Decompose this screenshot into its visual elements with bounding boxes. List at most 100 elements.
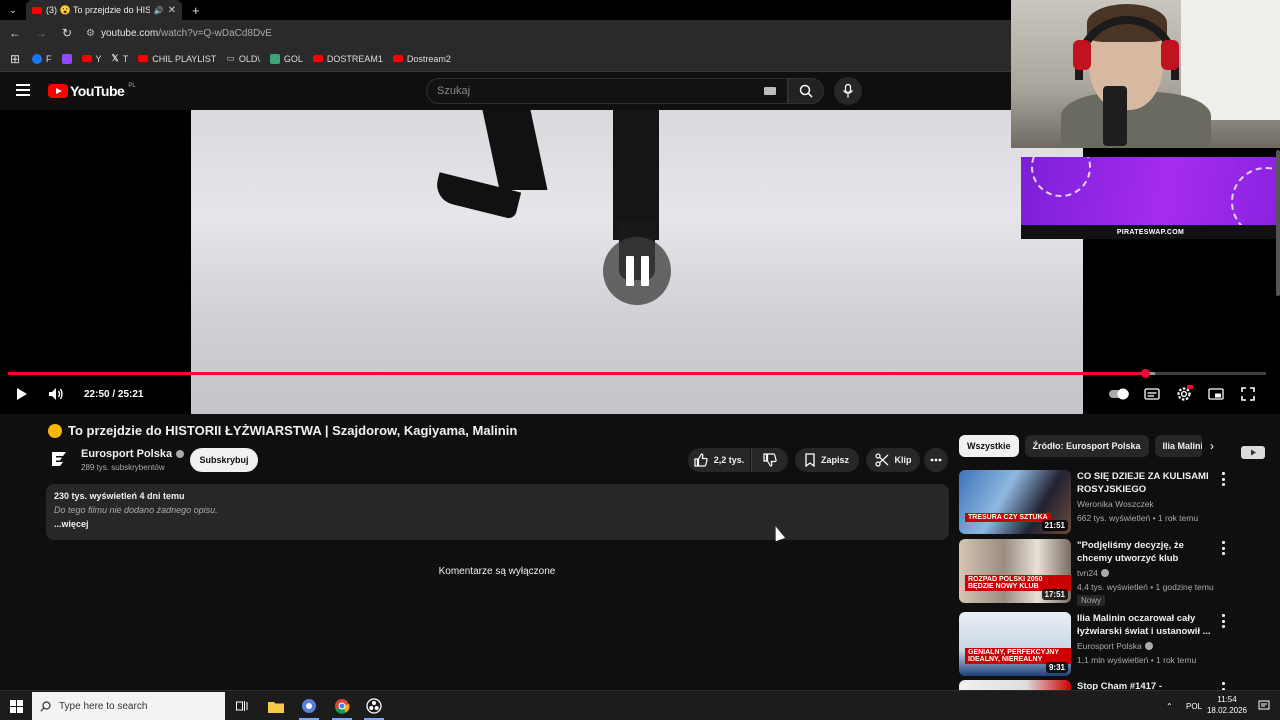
- chip-all[interactable]: Wszystkie: [959, 435, 1019, 457]
- channel-name[interactable]: Eurosport Polska: [81, 448, 185, 460]
- taskbar-search-input[interactable]: Type here to search: [32, 692, 225, 720]
- system-clock[interactable]: 11:54 18.02.2026: [1206, 694, 1248, 716]
- keyboard-icon[interactable]: [764, 87, 776, 95]
- recommendation-channel[interactable]: Eurosport Polska: [1077, 641, 1153, 651]
- back-icon[interactable]: ←: [8, 26, 22, 40]
- bookmark-item[interactable]: F: [32, 53, 52, 64]
- dislike-button[interactable]: [751, 448, 788, 472]
- chip-from-channel[interactable]: Źródło: Eurosport Polska: [1024, 435, 1149, 457]
- bookmark-item[interactable]: [61, 53, 72, 64]
- recommendation-meta: 662 tys. wyświetleń • 1 rok temu: [1077, 513, 1199, 523]
- autoplay-toggle[interactable]: [1108, 384, 1130, 404]
- subscribe-button[interactable]: Subskrybuj: [190, 448, 258, 472]
- headphone-cup: [1073, 40, 1091, 70]
- recommendation-meta: 1,1 mln wyświetleń • 1 rok temu: [1077, 655, 1197, 665]
- chevron-right-icon[interactable]: ›: [1202, 436, 1222, 456]
- twitch-icon: [61, 53, 72, 64]
- bookmark-item[interactable]: Dostream2: [392, 54, 451, 64]
- play-button[interactable]: [12, 384, 32, 404]
- menu-icon[interactable]: [16, 84, 30, 96]
- recommendation-item[interactable]: ROZPAD POLSKI 2050 BĘDZIE NOWY KLUB 17:5…: [959, 539, 1273, 609]
- video-thumbnail[interactable]: TRESURA CZY SZTUKA 21:51: [959, 470, 1071, 534]
- recommendation-channel[interactable]: Weronika Woszczek: [1077, 499, 1154, 509]
- youtube-icon: [392, 55, 403, 62]
- notifications-icon[interactable]: [1258, 691, 1270, 720]
- site-info-icon[interactable]: ⚙: [86, 28, 95, 39]
- show-more-link[interactable]: ...więcej: [54, 519, 941, 529]
- youtube-icon: [312, 55, 323, 62]
- settings-button[interactable]: [1173, 384, 1195, 404]
- miniplayer-button[interactable]: [1206, 384, 1226, 404]
- recommendation-channel[interactable]: tvn24: [1077, 568, 1109, 578]
- recommendation-item[interactable]: Stop Cham #1417 -: [959, 680, 1273, 690]
- description-box[interactable]: 230 tys. wyświetleń 4 dni temu Do tego f…: [46, 484, 949, 540]
- video-thumbnail[interactable]: ROZPAD POLSKI 2050 BĘDZIE NOWY KLUB 17:5…: [959, 539, 1071, 603]
- search-button[interactable]: [788, 78, 824, 104]
- recommendation-item[interactable]: GENIALNY, PERFEKCYJNY IDEALNY, NIEREALNY…: [959, 612, 1273, 676]
- new-tab-button[interactable]: +: [192, 3, 200, 18]
- bookmark-icon: [805, 453, 815, 467]
- more-vert-icon[interactable]: [1218, 682, 1228, 690]
- video-thumbnail[interactable]: GENIALNY, PERFEKCYJNY IDEALNY, NIEREALNY…: [959, 612, 1071, 676]
- browser-icon[interactable]: [295, 694, 323, 720]
- fullscreen-button[interactable]: [1238, 384, 1258, 404]
- more-vert-icon[interactable]: [1218, 614, 1228, 628]
- clock-time: 11:54: [1217, 695, 1237, 704]
- chrome-icon[interactable]: [328, 694, 356, 720]
- channel-avatar[interactable]: [48, 448, 70, 470]
- video-thumbnail[interactable]: [959, 680, 1071, 690]
- progress-bar[interactable]: [8, 369, 1266, 378]
- forward-icon[interactable]: →: [34, 26, 48, 40]
- youtube-watermark-icon[interactable]: [1241, 446, 1265, 464]
- more-vert-icon[interactable]: [1218, 541, 1228, 555]
- save-button[interactable]: Zapisz: [795, 448, 859, 472]
- obs-icon[interactable]: [360, 694, 388, 720]
- scrubber-handle[interactable]: [1140, 369, 1150, 378]
- pause-overlay-icon[interactable]: [603, 237, 671, 305]
- bookmark-item[interactable]: 𝕏T: [112, 53, 129, 64]
- start-button[interactable]: [0, 691, 32, 720]
- bookmark-item[interactable]: ▭ OLD\: [226, 53, 260, 64]
- youtube-masthead: YouTube PL Szukaj: [0, 72, 1012, 110]
- scissors-icon: [874, 453, 888, 467]
- youtube-logo[interactable]: YouTube PL: [48, 83, 136, 99]
- tab-search-chevron-icon[interactable]: ⌄: [0, 0, 26, 20]
- recommendation-title[interactable]: Stop Cham #1417 -: [1077, 680, 1215, 690]
- tab-title: (3) 😮 To przejdzie do HISTORII ŁYŻWIARST…: [46, 4, 150, 15]
- file-explorer-icon[interactable]: [262, 694, 290, 718]
- bookmark-item[interactable]: CHIL PLAYLIST: [138, 54, 216, 64]
- speaker-icon[interactable]: 🔊: [154, 6, 164, 15]
- page-scrollbar[interactable]: [1276, 150, 1280, 296]
- bookmarks-bar: ⊞ F Y 𝕏T CHIL PLAYLIST ▭ OLD\ GOL DOSTREA…: [0, 46, 1012, 72]
- recommendation-title[interactable]: Ilia Malinin oczarował cały łyżwiarski ś…: [1077, 612, 1215, 638]
- shocked-face-emoji-icon: [48, 423, 62, 438]
- close-tab-icon[interactable]: ✕: [168, 5, 176, 16]
- time-display: 22:50 / 25:21: [84, 388, 144, 400]
- clip-button[interactable]: Klip: [866, 448, 920, 472]
- like-button[interactable]: 2,2 tys.: [688, 448, 750, 472]
- volume-button[interactable]: [46, 384, 66, 404]
- video-title: To przejdzie do HISTORII ŁYŻWIARSTWA | S…: [48, 423, 517, 438]
- headphone-cup: [1161, 40, 1179, 70]
- search-input[interactable]: Szukaj: [426, 78, 788, 104]
- input-language[interactable]: POL: [1186, 691, 1202, 720]
- reload-icon[interactable]: ↻: [60, 26, 74, 40]
- apps-grid-icon[interactable]: ⊞: [8, 52, 22, 66]
- browser-tab-active[interactable]: (3) 😮 To przejdzie do HISTORII ŁYŻWIARST…: [26, 0, 182, 20]
- more-actions-button[interactable]: [924, 448, 948, 472]
- recommendation-title[interactable]: "Podjęliśmy decyzję, że chcemy utworzyć …: [1077, 539, 1215, 565]
- recommendation-item[interactable]: TRESURA CZY SZTUKA 21:51 CO SIĘ DZIEJE Z…: [959, 470, 1273, 534]
- bookmark-item[interactable]: GOL: [269, 53, 303, 64]
- url-host: youtube.com: [100, 27, 159, 39]
- bookmark-item[interactable]: Y: [81, 54, 102, 64]
- bookmark-item[interactable]: DOSTREAM1: [312, 54, 383, 64]
- show-hidden-icons-icon[interactable]: ⌃: [1166, 691, 1173, 720]
- task-view-icon[interactable]: [228, 694, 256, 718]
- more-vert-icon[interactable]: [1218, 472, 1228, 486]
- voice-search-button[interactable]: [834, 77, 862, 105]
- video-player[interactable]: [0, 110, 1280, 459]
- subtitles-button[interactable]: [1142, 384, 1162, 404]
- chip-ilia-malinin[interactable]: Ilia Malinin: [1154, 435, 1203, 457]
- recommendation-title[interactable]: CO SIĘ DZIEJE ZA KULISAMI ROSYJSKIEGO ŁY…: [1077, 470, 1215, 496]
- url-field[interactable]: ⚙ youtube.com/watch?v=Q-wDaCd8DvE: [86, 23, 1012, 43]
